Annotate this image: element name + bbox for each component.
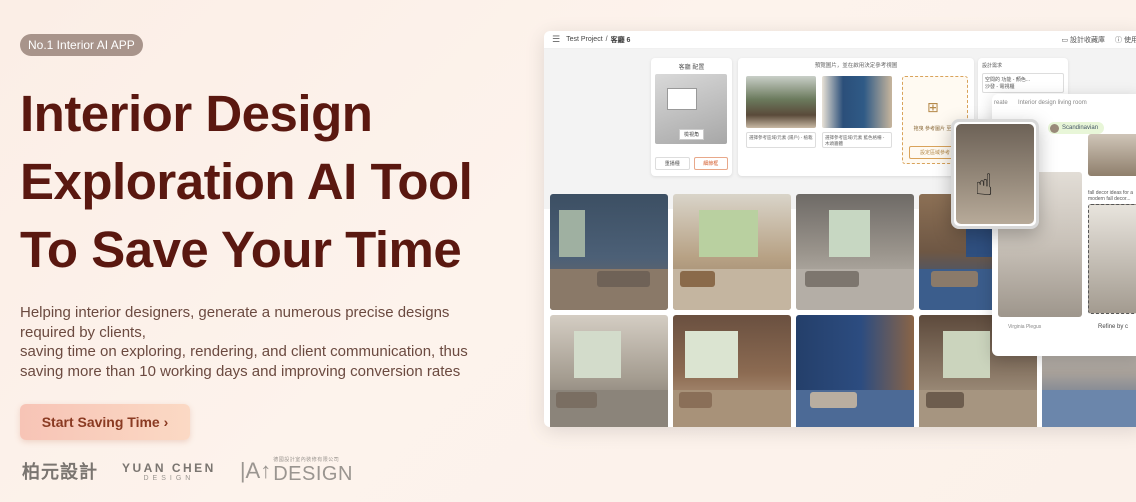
hero-title-line-1: Interior Design (20, 85, 373, 142)
logo-at-design-text: DESIGN (273, 463, 353, 485)
design-library-label: 設計收藏庫 (1070, 36, 1106, 44)
result-image[interactable] (796, 194, 914, 310)
hero-title-line-3: To Save Your Time (20, 221, 462, 278)
room-window-shape (667, 88, 697, 110)
description-line-2: required by clients, (20, 323, 146, 341)
result-image[interactable] (550, 194, 668, 310)
style-image-1[interactable] (1088, 134, 1136, 176)
prompt-input[interactable]: reate Interior design living room (994, 100, 1087, 106)
reseed-tab[interactable]: 重播種 (655, 157, 690, 170)
topbar-actions: ▭ 設計收藏庫 ⓘ 使用 (1061, 35, 1136, 45)
logo-yuan-chen-sub: DESIGN (143, 474, 195, 482)
client-logos: 柏元設計 YUAN CHEN DESIGN |A↑ 德國設計室內裝修有限公司 D… (22, 456, 353, 486)
requirements-title: 設計需求 (982, 63, 1003, 69)
logo-at-design-small: 德國設計室內裝修有限公司 (273, 457, 340, 463)
logo-yuan-chen: YUAN CHEN DESIGN (122, 461, 216, 482)
requirements-input[interactable]: 空間的 功能 - 顏色... 沙發 - 電視櫃 (982, 73, 1064, 93)
help-label: 使用 (1124, 36, 1136, 44)
dragged-image-card[interactable] (951, 119, 1039, 229)
hero-title-line-2: Exploration AI Tool (20, 153, 473, 210)
reference-card: 預覽圖片，並在啟用決定參考視圖 選擇參考區域/元素 (陽戶) - 植栽 選擇參考… (738, 58, 974, 176)
create-label: reate (994, 100, 1008, 106)
top-badge: No.1 Interior AI APP (20, 34, 143, 56)
layout-card: 客廳 配置 檢視角 重播種 細節框 (651, 58, 732, 176)
result-image[interactable] (673, 315, 791, 427)
logo-bai-yuan: 柏元設計 (22, 462, 98, 483)
requirements-line-2: 沙發 - 電視櫃 (985, 84, 1015, 90)
start-saving-time-button[interactable]: Start Saving Time › (20, 404, 190, 440)
logo-at-design-mark: |A↑ (239, 458, 272, 483)
description-line-3: saving time on exploring, rendering, and… (20, 343, 468, 360)
detail-tab[interactable]: 細節框 (693, 157, 728, 170)
style-image-3[interactable] (1088, 204, 1136, 314)
prompt-input-text: Interior design living room (1018, 100, 1087, 106)
breadcrumb-room: 客廳 6 (610, 36, 631, 44)
help-link[interactable]: ⓘ 使用 (1115, 35, 1136, 45)
reference-2-label: 選擇參考區域/元素 藍色格柵 - 木頭牆體 (822, 132, 892, 148)
hand-pointer-icon: ☝ (975, 169, 994, 202)
author-name: Virginia Plegus (1008, 324, 1042, 330)
suggestion-text: fall decor ideas for a modern fall decor… (1088, 190, 1134, 202)
description-line-4: saving more than 10 working days and imp… (20, 362, 461, 380)
style-tag[interactable]: Scandinavian (1048, 122, 1105, 134)
result-image[interactable] (796, 315, 914, 427)
layout-card-title: 客廳 配置 (678, 65, 705, 71)
hamburger-icon[interactable]: ☰ (552, 34, 560, 45)
reference-1-label: 選擇參考區域/元素 (陽戶) - 植栽 (746, 132, 816, 148)
breadcrumb-separator: / (605, 36, 608, 43)
result-image[interactable] (550, 315, 668, 427)
logo-at-design: |A↑ 德國設計室內裝修有限公司 DESIGN (240, 456, 353, 486)
reference-image-1[interactable] (746, 76, 816, 128)
reference-card-title: 預覽圖片，並在啟用決定參考視圖 (814, 63, 898, 69)
breadcrumb-project[interactable]: Test Project (566, 36, 603, 43)
refine-by-label[interactable]: Refine by c (1098, 324, 1128, 330)
layout-card-tabs: 重播種 細節框 (655, 157, 728, 170)
reference-image-2[interactable] (822, 76, 892, 128)
logo-yuan-chen-name: YUAN CHEN (122, 460, 216, 475)
requirements-line-1: 空間的 功能 - 顏色... (985, 77, 1031, 83)
dragged-image (956, 124, 1034, 224)
room-3d-preview[interactable]: 檢視角 (655, 74, 727, 144)
app-topbar: ☰ Test Project / 客廳 6 ▭ 設計收藏庫 ⓘ 使用 (544, 31, 1136, 49)
design-library-link[interactable]: ▭ 設計收藏庫 (1061, 35, 1105, 45)
hero-description: Helping interior designers, generate a n… (20, 303, 510, 381)
image-plus-icon: ⊞ (927, 99, 939, 115)
result-image[interactable] (673, 194, 791, 310)
view-angle-button[interactable]: 檢視角 (679, 129, 705, 140)
hero-title: Interior Design Exploration AI Tool To S… (20, 80, 540, 284)
description-line-1: Helping interior designers, generate a n… (20, 304, 450, 321)
